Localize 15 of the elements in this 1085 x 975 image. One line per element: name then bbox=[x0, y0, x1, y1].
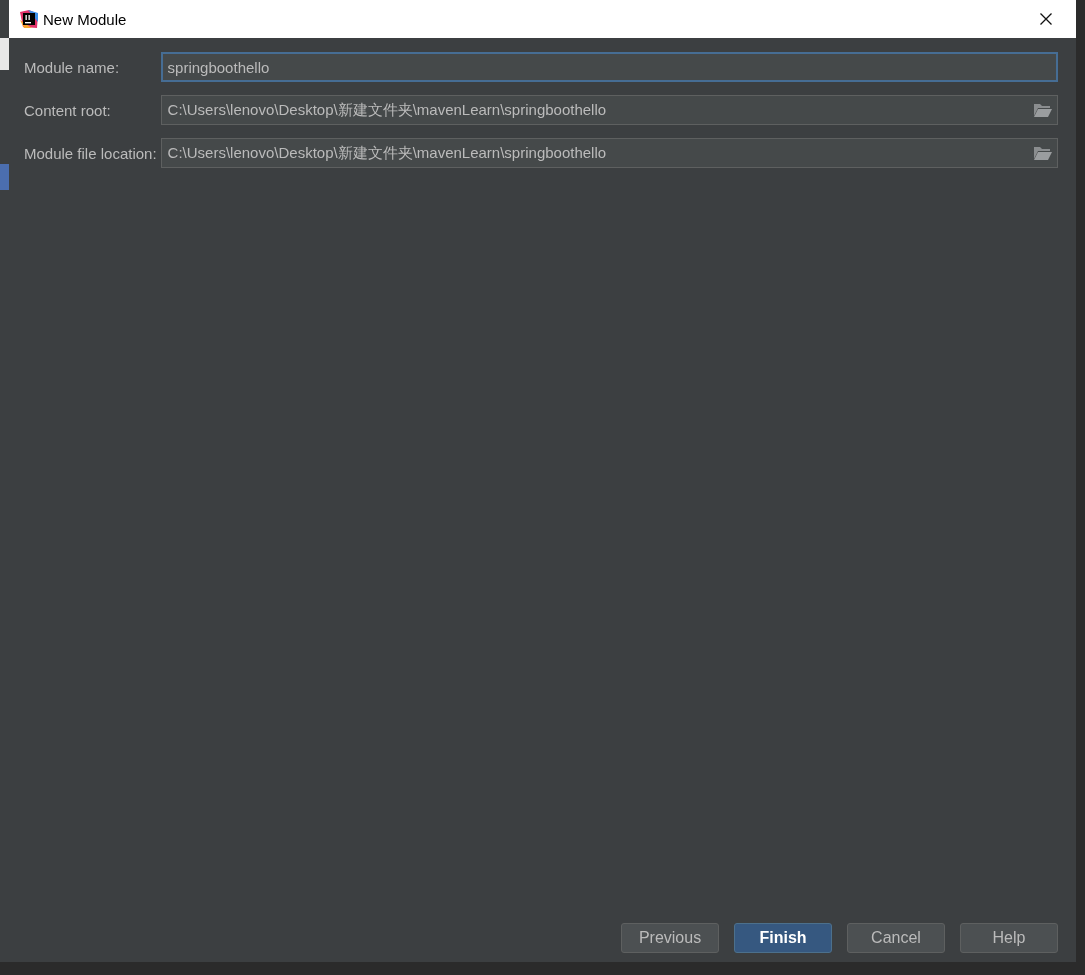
folder-icon[interactable] bbox=[1034, 103, 1052, 117]
folder-icon[interactable] bbox=[1034, 146, 1052, 160]
path-field[interactable]: C:\Users\lenovo\Desktop\新建文件夹\mavenLearn\springboothello bbox=[160, 95, 1058, 125]
window-title: New Module bbox=[43, 10, 127, 28]
field-label: Module file location: bbox=[24, 144, 157, 162]
field-label: Module name: bbox=[24, 58, 121, 76]
dialog-button[interactable]: Finish bbox=[734, 923, 832, 953]
input-field[interactable]: springboothello bbox=[160, 52, 1058, 82]
dialog-button[interactable]: Cancel bbox=[847, 923, 945, 953]
dialog-button[interactable]: Help bbox=[960, 923, 1058, 953]
close-icon[interactable] bbox=[1040, 13, 1052, 25]
path-field[interactable]: C:\Users\lenovo\Desktop\新建文件夹\mavenLearn\springboothello bbox=[160, 138, 1058, 168]
dialog-button[interactable]: Previous bbox=[621, 923, 719, 953]
app-logo-icon bbox=[20, 10, 38, 28]
field-label: Content root: bbox=[24, 101, 112, 119]
